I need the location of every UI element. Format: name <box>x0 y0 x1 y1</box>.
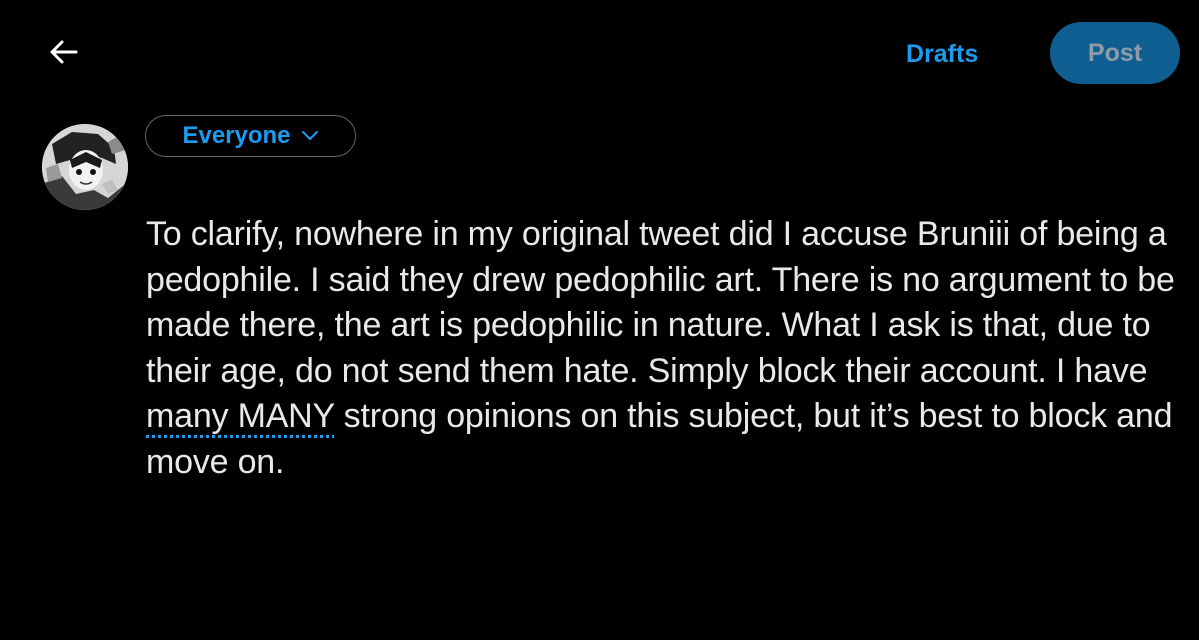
arrow-left-icon <box>48 36 80 73</box>
flagged-phrase[interactable]: many MANY <box>146 397 335 435</box>
back-button[interactable] <box>44 34 84 74</box>
compose-text-start: To clarify, nowhere in my original tweet… <box>146 215 1175 390</box>
drafts-link[interactable]: Drafts <box>906 36 978 72</box>
chevron-down-icon <box>301 130 319 142</box>
post-button[interactable]: Post <box>1050 22 1180 84</box>
compose-text-area[interactable]: To clarify, nowhere in my original tweet… <box>146 212 1181 485</box>
user-avatar-illustration <box>42 124 128 210</box>
avatar[interactable] <box>42 124 128 210</box>
audience-selector[interactable]: Everyone <box>145 115 356 157</box>
audience-label: Everyone <box>182 122 291 149</box>
